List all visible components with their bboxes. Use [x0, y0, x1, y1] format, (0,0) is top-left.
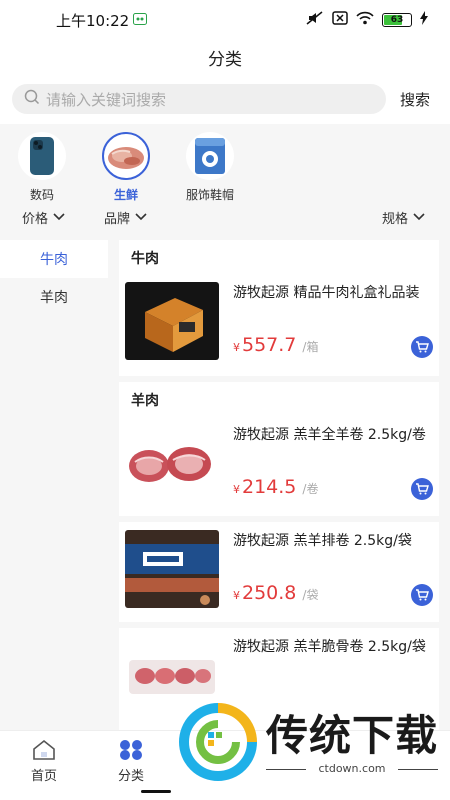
page-title: 分类 — [0, 40, 450, 74]
filter-price-label: 价格 — [22, 212, 49, 227]
box-icon — [186, 132, 234, 180]
search-input[interactable]: 请输入关键词搜索 — [12, 84, 386, 114]
product-name: 游牧起源 羔羊排卷 2.5kg/袋 — [233, 533, 412, 549]
product-name: 游牧起源 羔羊全羊卷 2.5kg/卷 — [233, 427, 426, 443]
product-item[interactable]: 游牧起源 羔羊排卷 2.5kg/袋 ¥ 250.8 /袋 — [119, 522, 439, 622]
search-row: 请输入关键词搜索 搜索 — [12, 84, 438, 114]
section-beef: 牛肉 游牧起源 精品牛肉礼盒礼品装 ¥ 557.7 /箱 — [119, 240, 439, 376]
wifi-icon — [356, 11, 374, 29]
price-unit: /箱 — [302, 340, 319, 354]
section-title: 牛肉 — [131, 251, 159, 267]
mute-icon — [306, 11, 324, 29]
product-price: ¥ 214.5 /卷 — [233, 476, 318, 498]
cart-icon — [416, 589, 429, 601]
add-to-cart-button[interactable] — [411, 336, 433, 358]
cart-icon — [416, 483, 429, 495]
wechat-notification-icon — [133, 11, 148, 29]
price-unit: /袋 — [302, 588, 319, 602]
watermark: 传统下载 ctdown.com — [178, 702, 448, 781]
filter-price[interactable]: 价格 — [22, 208, 65, 227]
battery-level: 63 — [390, 15, 404, 25]
filter-spec[interactable]: 规格 — [382, 208, 425, 227]
cart-icon — [416, 341, 429, 353]
sidebar: 牛肉 羊肉 — [0, 240, 108, 730]
product-image — [125, 530, 219, 608]
filter-brand[interactable]: 品牌 — [104, 208, 147, 227]
section-lamb: 羊肉 游牧起源 羔羊全羊卷 2.5kg/卷 ¥ 214.5 /卷 游牧起源 羔羊… — [119, 382, 439, 730]
chevron-down-icon — [413, 210, 425, 225]
section-title: 羊肉 — [131, 393, 159, 409]
add-to-cart-button[interactable] — [411, 478, 433, 500]
product-image — [125, 424, 219, 502]
product-name: 游牧起源 精品牛肉礼盒礼品装 — [233, 285, 420, 301]
price-value: 250.8 — [242, 582, 297, 604]
sidebar-item-beef[interactable]: 牛肉 — [0, 240, 108, 278]
category-label: 数码 — [29, 188, 54, 202]
product-price: ¥ 557.7 /箱 — [233, 334, 318, 356]
watermark-text: 传统下载 — [266, 711, 439, 760]
price-value: 214.5 — [242, 476, 297, 498]
charging-icon — [420, 11, 428, 29]
add-to-cart-button[interactable] — [411, 584, 433, 606]
sidebar-item-label: 牛肉 — [40, 252, 68, 268]
product-image — [125, 282, 219, 360]
tab-label: 分类 — [117, 769, 144, 784]
category-item-fresh[interactable]: 生鲜 — [96, 132, 156, 203]
home-icon — [32, 739, 56, 765]
search-placeholder: 请输入关键词搜索 — [46, 90, 167, 109]
watermark-logo-icon — [178, 702, 258, 786]
category-item-apparel[interactable]: 服饰鞋帽 — [180, 132, 240, 203]
status-time: 上午10:22 — [56, 11, 130, 30]
tab-category[interactable]: 分类 — [101, 739, 161, 784]
home-indicator — [141, 790, 171, 793]
meat-icon — [102, 132, 150, 180]
price-unit: /卷 — [302, 482, 319, 496]
filter-brand-label: 品牌 — [104, 212, 131, 227]
no-sim-icon — [332, 11, 348, 29]
status-bar: 上午10:22 63 — [0, 0, 450, 40]
watermark-url: ctdown.com — [318, 762, 386, 775]
category-item-digital[interactable]: 数码 — [12, 132, 72, 203]
battery-icon: 63 — [382, 13, 412, 27]
page-title-text: 分类 — [208, 49, 242, 70]
tab-home[interactable]: 首页 — [14, 739, 74, 784]
sidebar-item-label: 羊肉 — [40, 290, 68, 306]
sidebar-item-lamb[interactable]: 羊肉 — [0, 278, 108, 316]
filter-spec-label: 规格 — [382, 212, 409, 227]
category-icon — [119, 739, 143, 765]
price-value: 557.7 — [242, 334, 297, 356]
product-price: ¥ 250.8 /袋 — [233, 582, 318, 604]
search-button[interactable]: 搜索 — [400, 89, 430, 110]
product-item[interactable]: 游牧起源 羔羊全羊卷 2.5kg/卷 ¥ 214.5 /卷 — [119, 416, 439, 516]
currency-symbol: ¥ — [233, 341, 240, 354]
currency-symbol: ¥ — [233, 589, 240, 602]
chevron-down-icon — [53, 210, 65, 225]
category-label: 服饰鞋帽 — [185, 188, 234, 202]
chevron-down-icon — [135, 210, 147, 225]
product-item[interactable]: 游牧起源 精品牛肉礼盒礼品装 ¥ 557.7 /箱 — [119, 274, 439, 374]
search-icon — [24, 89, 40, 109]
currency-symbol: ¥ — [233, 483, 240, 496]
product-list: 牛肉 游牧起源 精品牛肉礼盒礼品装 ¥ 557.7 /箱 羊肉 游牧起源 羔羊全… — [108, 240, 450, 730]
product-name: 游牧起源 羔羊脆骨卷 2.5kg/袋 — [233, 639, 426, 655]
phone-icon — [18, 132, 66, 180]
tab-label: 首页 — [30, 769, 57, 784]
category-label: 生鲜 — [113, 188, 138, 202]
